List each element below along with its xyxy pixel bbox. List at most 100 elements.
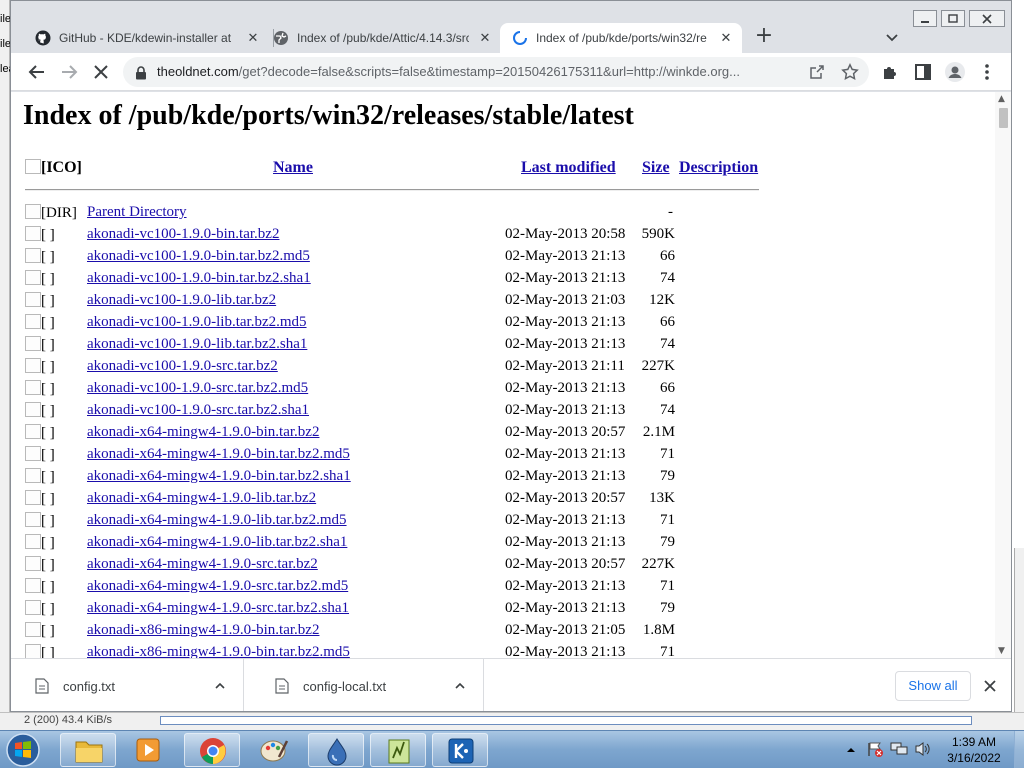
system-tray: 1:39 AM 3/16/2022 [840,731,1024,768]
description-column-header[interactable]: Description [679,159,758,177]
file-link[interactable]: akonadi-x64-mingw4-1.9.0-lib.tar.bz2.md5 [87,512,347,529]
folder-icon: [DIR] [25,204,77,222]
scrollbar-thumb[interactable] [999,108,1008,128]
file-link[interactable]: akonadi-x64-mingw4-1.9.0-lib.tar.bz2.sha… [87,534,347,551]
modified-cell: 02-May-2013 21:11 [505,358,625,374]
taskbar-chrome[interactable] [184,733,240,767]
download-item-config[interactable]: config.txt [11,659,244,711]
action-center-flag-icon[interactable] [866,741,884,762]
file-link[interactable]: akonadi-x64-mingw4-1.9.0-bin.tar.bz2 [87,424,319,441]
close-icon[interactable]: ✕ [477,30,493,46]
volume-icon[interactable] [914,741,932,762]
download-item-config-local[interactable]: config-local.txt [251,659,484,711]
file-link[interactable]: akonadi-vc100-1.9.0-lib.tar.bz2.sha1 [87,336,307,353]
file-link[interactable]: akonadi-x64-mingw4-1.9.0-src.tar.bz2.md5 [87,578,348,595]
sort-by-description-link[interactable]: Description [679,159,758,176]
tab-attic[interactable]: Index of /pub/kde/Attic/4.14.3/src ✕ [261,23,501,53]
share-icon[interactable] [809,64,825,84]
bookmark-star-icon[interactable] [841,63,859,85]
taskbar-droplet-app[interactable] [308,733,364,767]
table-row: [ ] akonadi-x64-mingw4-1.9.0-src.tar.bz2.… [11,598,995,620]
file-icon: [ ] [25,380,55,398]
file-link[interactable]: akonadi-x64-mingw4-1.9.0-src.tar.bz2.sha… [87,600,349,617]
show-all-downloads-button[interactable]: Show all [895,671,971,701]
table-row: [ ] akonadi-vc100-1.9.0-bin.tar.bz2 02-May… [11,224,995,246]
icon-column-header: [ICO] [25,159,82,177]
file-icon: [ ] [25,424,55,442]
sort-by-name-link[interactable]: Name [273,159,313,176]
taskbar-kde[interactable] [432,733,488,767]
file-link[interactable]: akonadi-x64-mingw4-1.9.0-src.tar.bz2 [87,556,318,573]
chevron-up-icon[interactable] [213,679,227,696]
minimize-button[interactable] [913,10,937,27]
maximize-button[interactable] [941,10,965,27]
file-link[interactable]: akonadi-vc100-1.9.0-src.tar.bz2.md5 [87,380,308,397]
file-link[interactable]: akonadi-vc100-1.9.0-src.tar.bz2.sha1 [87,402,309,419]
taskbar-media-player[interactable] [120,733,176,767]
show-hidden-icons-icon[interactable] [846,742,856,760]
chevron-down-icon[interactable] [883,28,901,46]
file-icon [275,678,289,697]
file-link[interactable]: akonadi-vc100-1.9.0-bin.tar.bz2 [87,226,279,243]
taskbar-paint[interactable] [246,733,302,767]
file-link[interactable]: akonadi-vc100-1.9.0-lib.tar.bz2 [87,292,276,309]
modified-cell: 02-May-2013 20:58 [505,226,626,242]
modified-cell: 02-May-2013 21:13 [505,512,626,528]
tab-title: GitHub - KDE/kdewin-installer at [59,31,231,45]
lock-icon [135,65,147,84]
file-link[interactable]: akonadi-vc100-1.9.0-bin.tar.bz2.sha1 [87,270,311,287]
file-link[interactable]: akonadi-vc100-1.9.0-lib.tar.bz2.md5 [87,314,307,331]
name-column-header[interactable]: Name [273,159,313,177]
file-link[interactable]: akonadi-x64-mingw4-1.9.0-bin.tar.bz2.md5 [87,446,350,463]
sort-by-size-link[interactable]: Size [642,159,670,176]
size-column-header[interactable]: Size [642,159,670,177]
close-icon[interactable]: ✕ [718,30,734,46]
extensions-puzzle-icon[interactable] [879,60,903,84]
url-text[interactable]: theoldnet.com/get?decode=false&scripts=f… [157,64,797,79]
file-link[interactable]: akonadi-x86-mingw4-1.9.0-bin.tar.bz2.md5 [87,644,350,658]
stop-loading-button[interactable] [89,60,113,84]
navigation-toolbar: theoldnet.com/get?decode=false&scripts=f… [11,53,1011,91]
tab-github[interactable]: GitHub - KDE/kdewin-installer at ✕ [23,23,269,53]
parent-directory-link[interactable]: Parent Directory [87,204,187,221]
chevron-up-icon[interactable] [453,679,467,696]
menu-kebab-icon[interactable] [975,60,999,84]
file-link[interactable]: akonadi-vc100-1.9.0-bin.tar.bz2.md5 [87,248,310,265]
scroll-down-arrow-icon[interactable]: ▼ [998,646,1005,656]
icon-column-label: [ICO] [41,159,82,176]
close-icon[interactable]: ✕ [245,30,261,46]
modified-cell: 02-May-2013 21:03 [505,292,626,308]
start-button[interactable] [3,732,43,768]
file-link[interactable]: akonadi-x64-mingw4-1.9.0-lib.tar.bz2 [87,490,316,507]
file-link[interactable]: akonadi-x86-mingw4-1.9.0-bin.tar.bz2 [87,622,319,639]
side-panel-icon[interactable] [911,60,935,84]
close-window-button[interactable] [969,10,1005,27]
show-desktop-button[interactable] [1014,731,1024,768]
droplet-app-icon [327,738,347,766]
page-content: Index of /pub/kde/ports/win32/releases/s… [11,92,995,658]
file-icon: [ ] [25,622,55,640]
profile-avatar-icon[interactable] [943,60,967,84]
taskbar-explorer[interactable] [60,733,116,767]
file-icon: [ ] [25,534,55,552]
file-link[interactable]: akonadi-vc100-1.9.0-src.tar.bz2 [87,358,278,375]
taskbar-clock[interactable]: 1:39 AM 3/16/2022 [936,734,1012,766]
file-link[interactable]: akonadi-x64-mingw4-1.9.0-bin.tar.bz2.sha… [87,468,351,485]
size-cell: 1.8M [642,622,675,638]
close-icon[interactable] [981,677,999,699]
address-bar[interactable]: theoldnet.com/get?decode=false&scripts=f… [123,57,869,87]
vertical-scrollbar[interactable]: ▲ ▼ [995,92,1011,658]
taskbar-notepad-plus[interactable] [370,733,426,767]
tab-ports-win32[interactable]: Index of /pub/kde/ports/win32/re ✕ [500,23,742,53]
modified-cell: 02-May-2013 21:13 [505,578,626,594]
modified-column-header[interactable]: Last modified [521,159,616,177]
broken-image-icon [25,159,41,174]
new-tab-button[interactable]: + [753,25,775,48]
scroll-up-arrow-icon[interactable]: ▲ [998,94,1005,104]
back-button[interactable] [25,60,49,84]
table-row: [ ] akonadi-x64-mingw4-1.9.0-bin.tar.bz2 0… [11,422,995,444]
download-file-name: config.txt [63,679,116,694]
network-icon[interactable] [890,741,908,762]
sort-by-modified-link[interactable]: Last modified [521,159,616,176]
forward-button[interactable] [57,60,81,84]
